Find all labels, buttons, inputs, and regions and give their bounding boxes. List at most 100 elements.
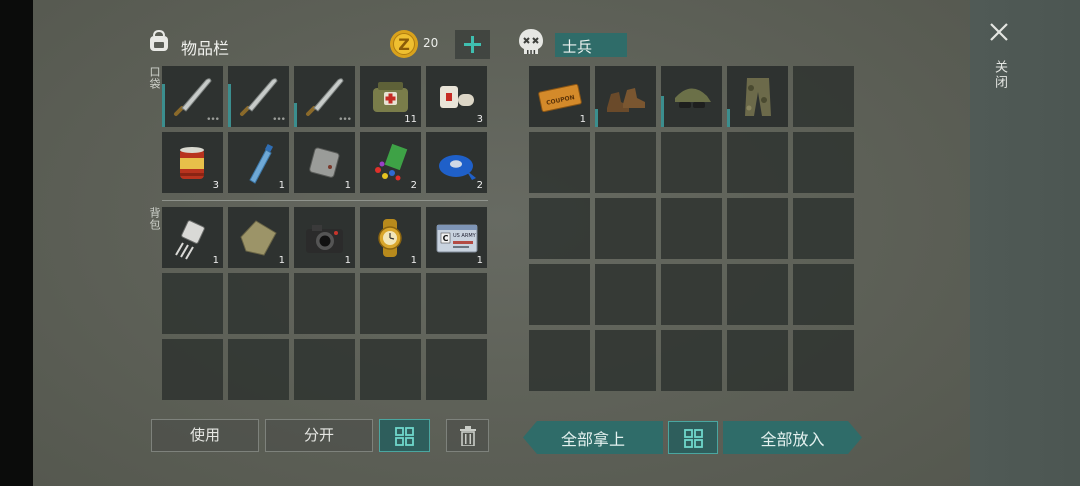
backpack-slot[interactable]: C US ARMY 1 [426,207,487,268]
cap-glasses-icon [675,88,711,108]
loot-title-box: 士兵 [555,33,627,57]
plus-icon [464,36,481,53]
svg-text:US ARMY: US ARMY [453,233,477,239]
item-count: 1 [278,180,285,191]
delete-button[interactable] [446,419,489,452]
pocket-label: 口袋 [148,66,161,90]
loot-slot[interactable] [529,264,590,325]
backpack-slot[interactable] [228,273,289,334]
pocket-slot[interactable]: 3 [426,66,487,127]
backpack-slot[interactable]: 1 [294,207,355,268]
backpack-label: 背包 [148,207,161,231]
pocket-slot[interactable]: 1 [228,132,289,193]
pocket-slot[interactable]: ••• [228,66,289,127]
loot-slot[interactable] [793,132,854,193]
loot-slot[interactable] [595,132,656,193]
take-all-button[interactable]: 全部拿上 [523,421,663,454]
put-all-button[interactable]: 全部放入 [723,421,862,454]
item-count: 3 [476,114,483,125]
pills-icon [375,143,408,181]
close-button[interactable]: 关闭 [984,18,1014,98]
backpack-slot[interactable] [162,273,223,334]
pocket-slot[interactable]: 2 [360,132,421,193]
pocket-slot[interactable]: 11 [360,66,421,127]
sort-loot-button[interactable] [668,421,718,454]
medkit-bag-icon [373,82,408,112]
loot-slot[interactable] [793,330,854,391]
loot-slot[interactable] [727,66,788,127]
backpack-slot[interactable]: 1 [228,207,289,268]
durability-bar [727,109,730,127]
pocket-slot[interactable]: 3 [162,132,223,193]
loot-slot[interactable] [793,66,854,127]
backpack-slot[interactable] [360,273,421,334]
item-count: 11 [404,114,417,125]
pocket-slot[interactable]: ••• [162,66,223,127]
grid-sort-icon [395,427,414,446]
loot-slot[interactable] [661,264,722,325]
loot-slot[interactable] [595,264,656,325]
gold-watch-icon [378,219,402,257]
loot-slot[interactable] [595,198,656,259]
svg-text:C: C [443,234,449,243]
take-all-label: 全部拿上 [560,429,625,449]
transistor-icon [175,220,205,260]
loot-slot[interactable] [727,330,788,391]
loot-slot[interactable] [661,330,722,391]
pocket-slot[interactable]: 2 [426,132,487,193]
loot-slot[interactable]: COUPON 1 [529,66,590,127]
grid-sort-icon [684,429,703,448]
loot-slot[interactable] [793,198,854,259]
item-count: 1 [344,255,351,266]
loot-slot[interactable] [661,132,722,193]
loot-slot[interactable] [529,198,590,259]
item-count: 1 [476,255,483,266]
backpack-slot[interactable] [294,273,355,334]
coupon-icon: COUPON [538,83,582,113]
pocket-divider [162,200,488,201]
pocket-slot[interactable]: ••• [294,66,355,127]
backpack-slot[interactable]: 1 [162,207,223,268]
item-tag: ••• [206,115,220,125]
coin-count: 20 [423,36,439,50]
left-bezel [0,0,33,486]
backpack-slot[interactable] [426,273,487,334]
loot-slot[interactable] [727,132,788,193]
durability-bar [595,109,598,127]
svg-text:Z: Z [398,35,410,54]
loot-title: 士兵 [562,38,593,56]
backpack-slot[interactable]: 1 [360,207,421,268]
loot-slot[interactable] [529,330,590,391]
skull-icon [519,29,543,54]
pocket-slot[interactable]: 1 [294,132,355,193]
loot-slot[interactable] [595,330,656,391]
backpack-slot[interactable] [162,339,223,400]
bandage-icon [440,86,474,108]
loot-slot[interactable] [793,264,854,325]
camo-pants-icon [745,78,771,116]
loot-slot[interactable] [661,66,722,127]
loot-slot[interactable] [529,132,590,193]
loot-slot[interactable] [727,264,788,325]
durability-bar [162,84,165,127]
backpack-slot[interactable] [228,339,289,400]
durability-bar [661,96,664,127]
backpack-slot[interactable] [294,339,355,400]
add-coins-button[interactable] [455,30,490,59]
item-count: 2 [476,180,483,191]
canned-food-icon [180,147,204,179]
backpack-icon [150,29,168,51]
loot-slot[interactable] [661,198,722,259]
use-button[interactable]: 使用 [151,419,259,452]
loot-slot[interactable] [595,66,656,127]
split-button[interactable]: 分开 [265,419,373,452]
loot-slot[interactable] [727,198,788,259]
item-count: 3 [212,180,219,191]
sort-inventory-button[interactable] [379,419,430,452]
close-icon [990,23,1008,41]
close-label: 关闭 [992,60,1007,90]
backpack-slot[interactable] [426,339,487,400]
durability-bar [228,84,231,127]
backpack-slot[interactable] [360,339,421,400]
boots-icon [607,88,645,112]
